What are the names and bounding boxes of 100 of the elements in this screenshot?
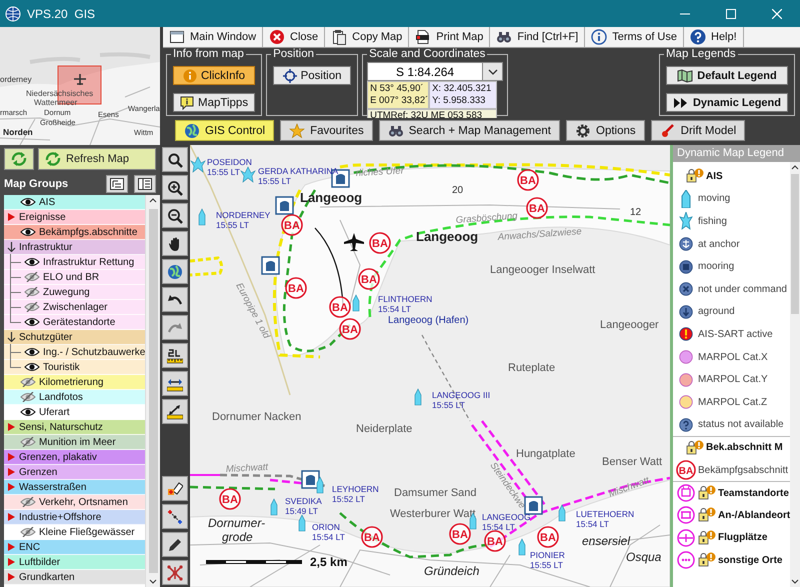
vessel-name: FLINTHOERN — [378, 294, 432, 304]
legend-label: AIS-SART active — [698, 328, 773, 340]
legend-button[interactable]: Dynamic Legend — [666, 93, 788, 112]
legend-label: Bek.abschnitt M — [706, 442, 783, 454]
layer-group-item[interactable]: Schutzgüter — [4, 330, 145, 345]
legend-label: MARPOL Cat.Z — [698, 396, 768, 408]
vessel-time: 15:55 LT — [207, 167, 240, 177]
place-label: orderney — [0, 75, 32, 84]
vessel-name: SVEDIKA — [285, 496, 322, 506]
vessel-time: 15:54 LT — [378, 304, 411, 314]
vessel-name: PIONIER — [530, 550, 565, 560]
layer-item[interactable]: Munition im Meer — [4, 435, 145, 450]
layer-group-item[interactable]: Sensi, Naturschutz — [4, 420, 145, 435]
legend-label: fishing — [698, 216, 727, 227]
scale-dropdown[interactable]: S 1:84.264 — [367, 62, 504, 81]
legend-label: AIS — [706, 170, 723, 182]
scale-label: 2,5 km — [310, 555, 348, 569]
layer-group-item[interactable]: Industrie+Offshore — [4, 510, 145, 525]
vessel-time: 15:54 LT — [482, 522, 515, 532]
layer-item[interactable]: Kilometrierung — [4, 375, 145, 390]
place-label: Langeooger Inselwatt — [490, 264, 596, 276]
layer-item[interactable]: Zwischenlager — [4, 300, 145, 315]
place-label: Gründeich — [424, 564, 480, 578]
vessel-name: NORDERNEY — [216, 210, 270, 220]
layer-group-item[interactable]: Luftbilder — [4, 555, 145, 570]
place-label: Norden — [3, 127, 33, 137]
place-label: Dornumer Nacken — [212, 411, 302, 423]
refresh-map-button[interactable]: Refresh Map — [38, 148, 156, 170]
layer-item[interactable]: AIS — [4, 195, 145, 210]
panel-title: Map Groups — [4, 178, 70, 190]
layer-item[interactable]: Infrastruktur Rettung — [4, 255, 145, 270]
vessel-time: 15:54 LT — [312, 532, 345, 542]
layer-group-item[interactable]: Infrastruktur — [4, 240, 145, 255]
vessel-name: LUETEHOERN — [576, 509, 634, 519]
legend-label: MARPOL Cat.X — [698, 352, 768, 363]
place-label: Mischwatt — [226, 462, 268, 475]
tab[interactable]: Search + Map Management — [378, 120, 560, 141]
legend-label: MARPOL Cat.Y — [698, 374, 768, 386]
layer-group-item[interactable]: Wasserstraßen — [4, 480, 145, 495]
layer-group-item[interactable]: Grenzen — [4, 465, 145, 480]
vessel-name: POSEIDON — [207, 157, 252, 167]
legend-label: sonstige Orte — [718, 554, 782, 566]
place-label: Langeoog (Hafen) — [388, 315, 469, 326]
window-title: VPS.20 GIS — [27, 6, 96, 20]
group-title: Map Legends — [664, 48, 737, 60]
place-label: Langeoog — [300, 190, 362, 205]
group-title: Scale and Coordinates — [368, 48, 486, 60]
vessel-time: 15:55 LT — [530, 560, 563, 570]
place-label: Langeooger — [600, 319, 659, 331]
legend-title: Dynamic Map Legend — [673, 145, 800, 162]
tab[interactable]: Options — [566, 120, 645, 141]
vessel-name: GERDA KATHARINA — [258, 166, 338, 176]
legend-label: An-/Ablandeort — [718, 510, 790, 521]
info-mode-button[interactable]: MapTipps — [173, 93, 256, 112]
layer-group-item[interactable]: Grenzen, plakativ — [4, 450, 145, 465]
vessel-name: LANGEOOG — [482, 512, 531, 522]
legend-label: status not available — [698, 419, 784, 430]
place-label: Benser Watt — [602, 456, 662, 468]
x-coordinate-text: X: 32.405.321 — [432, 83, 492, 95]
vessel-time: 15:55 LT — [216, 220, 249, 230]
legend-label: Bekämpfgsabschnitt — [698, 464, 788, 476]
vessel-time: 15:49 LT — [285, 506, 318, 516]
group-title: Position — [272, 48, 315, 60]
legend-button[interactable]: Default Legend — [666, 66, 788, 85]
tab[interactable]: Drift Model — [650, 120, 746, 141]
legend-label: Flugplätze — [718, 532, 768, 544]
ba-marker: BA — [676, 460, 696, 480]
vessel-name: LEYHOERN — [332, 484, 379, 494]
tab[interactable]: GIS Control — [175, 120, 274, 141]
legend-label: not under command — [698, 284, 787, 295]
layer-item[interactable]: Touristik — [4, 360, 145, 375]
place-label: Hungatplate — [516, 448, 576, 460]
vessel-name: LANGEOOG III — [432, 390, 490, 400]
layer-item[interactable]: Gerätestandorte — [4, 315, 145, 330]
vessel-time: 15:55 LT — [258, 176, 291, 186]
place-label: Neiderplate — [356, 423, 412, 435]
place-label: Ruteplate — [508, 362, 556, 374]
layer-item[interactable]: Zuwegung — [4, 285, 145, 300]
place-label: rliches Ufer — [356, 166, 404, 179]
group-title: Info from map — [172, 48, 245, 60]
tab[interactable]: Favourites — [280, 120, 373, 141]
place-label: Osqua — [626, 550, 662, 564]
longitude-text: E 007° 33,82´ — [370, 95, 426, 107]
layer-item[interactable]: Ing.- / Schutzbauwerke — [4, 345, 145, 360]
position-button[interactable]: Position — [273, 66, 352, 85]
layer-group-item[interactable]: Grundkarten — [4, 570, 145, 585]
place-label: 20 — [452, 185, 464, 196]
place-label: Langeoog — [416, 229, 478, 244]
layer-group-item[interactable]: ENC — [4, 540, 145, 555]
place-label: Damsumer Sand — [394, 487, 477, 499]
layer-item[interactable]: Bekämpfgs.abschnitte — [4, 225, 145, 240]
legend-label: moving — [698, 193, 730, 204]
place-label: 12 — [630, 207, 642, 218]
layer-item[interactable]: ELO und BR — [4, 270, 145, 285]
layer-item[interactable]: Landfotos — [4, 390, 145, 405]
place-label: Dornumer- — [208, 516, 266, 530]
info-mode-button[interactable]: ClickInfo — [173, 66, 256, 85]
legend-label: at anchor — [698, 238, 740, 250]
layer-item[interactable]: Verkehr, Ortsnamen — [4, 495, 145, 510]
layer-group-item[interactable]: Ereignisse — [4, 210, 145, 225]
